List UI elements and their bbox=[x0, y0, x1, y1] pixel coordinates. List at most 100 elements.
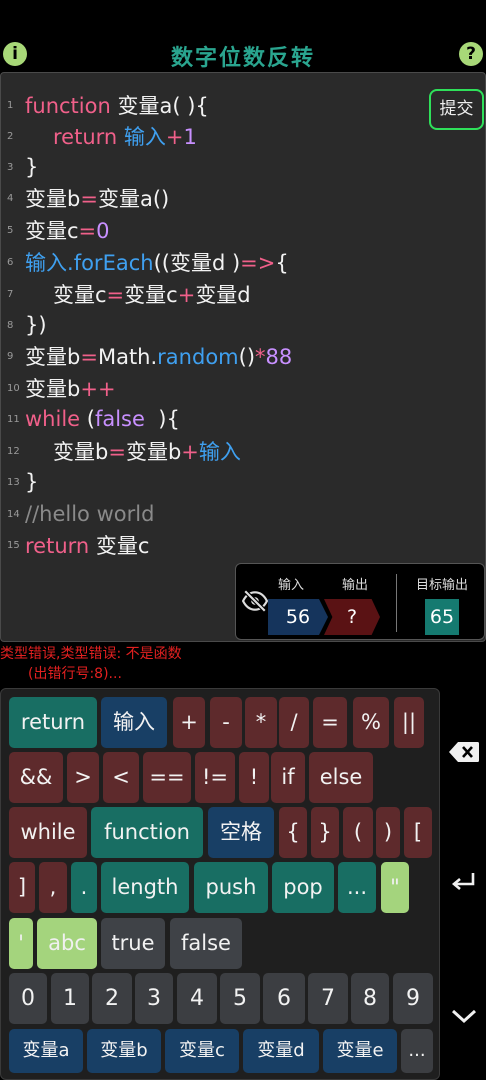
key-digit-7[interactable]: 7 bbox=[308, 973, 348, 1024]
key-modulo[interactable]: % bbox=[353, 697, 389, 748]
target-output-value: 65 bbox=[425, 599, 459, 635]
code-keyboard: return 输入 + - * / = % || && > < == != ! … bbox=[0, 688, 440, 1080]
code-token: return bbox=[25, 534, 90, 558]
enter-icon[interactable] bbox=[446, 864, 482, 900]
key-digit-5[interactable]: 5 bbox=[220, 973, 260, 1024]
key-true[interactable]: true bbox=[101, 918, 165, 969]
key-right-brace[interactable]: } bbox=[311, 807, 339, 858]
key-length[interactable]: length bbox=[101, 862, 189, 913]
code-token: { bbox=[275, 251, 289, 275]
key-multiply[interactable]: * bbox=[245, 697, 277, 748]
key-var-a[interactable]: 变量a bbox=[9, 1029, 83, 1073]
eye-off-icon[interactable] bbox=[242, 588, 268, 614]
key-equal-equal[interactable]: == bbox=[143, 752, 191, 803]
code-token: * bbox=[255, 345, 266, 369]
line-number: 8 bbox=[7, 319, 14, 331]
key-divide[interactable]: / bbox=[279, 697, 309, 748]
key-input[interactable]: 输入 bbox=[101, 697, 167, 748]
key-equals[interactable]: = bbox=[313, 697, 347, 748]
line-number: 1 bbox=[7, 99, 14, 111]
key-left-paren[interactable]: ( bbox=[343, 807, 373, 858]
code-token: function bbox=[25, 94, 111, 118]
code-token: } bbox=[25, 470, 39, 494]
key-function[interactable]: function bbox=[91, 807, 203, 858]
code-token: return bbox=[53, 125, 118, 149]
key-var-d[interactable]: 变量d bbox=[243, 1029, 319, 1073]
code-token: + bbox=[181, 440, 199, 464]
key-minus[interactable]: - bbox=[210, 697, 242, 748]
key-var-c[interactable]: 变量c bbox=[165, 1029, 239, 1073]
key-abc[interactable]: abc bbox=[37, 918, 97, 969]
key-digit-6[interactable]: 6 bbox=[263, 973, 305, 1024]
code-token: 输入 bbox=[25, 251, 67, 275]
input-label: 输入 bbox=[278, 578, 305, 593]
key-while[interactable]: while bbox=[9, 807, 87, 858]
key-comma[interactable]: , bbox=[39, 862, 67, 913]
collapse-keyboard-icon[interactable] bbox=[446, 998, 482, 1034]
io-panel: 输入 输出 目标输出 56 ? 65 bbox=[235, 563, 485, 640]
code-token: = bbox=[108, 440, 126, 464]
line-number: 15 bbox=[7, 539, 20, 551]
code-token: = bbox=[80, 187, 98, 211]
code-token: => bbox=[240, 251, 276, 275]
key-more-vars[interactable]: ... bbox=[401, 1029, 433, 1073]
submit-button[interactable]: 提交 bbox=[429, 89, 484, 130]
error-line-1: 类型错误,类型错误: 不是函数 bbox=[0, 646, 182, 662]
code-token: 输入 bbox=[198, 440, 241, 464]
key-if[interactable]: if bbox=[271, 752, 305, 803]
key-double-quote[interactable]: " bbox=[381, 862, 409, 913]
key-push[interactable]: push bbox=[194, 862, 268, 913]
help-icon[interactable]: ? bbox=[459, 42, 483, 66]
line-number: 12 bbox=[7, 445, 20, 457]
key-single-quote[interactable]: ' bbox=[9, 918, 33, 969]
code-token: 0 bbox=[96, 219, 110, 243]
line-number: 10 bbox=[7, 382, 20, 394]
key-pop[interactable]: pop bbox=[272, 862, 334, 913]
code-token: ++ bbox=[80, 377, 116, 401]
code-token: while bbox=[25, 407, 81, 431]
key-space[interactable]: 空格 bbox=[208, 807, 274, 858]
key-digit-8[interactable]: 8 bbox=[351, 973, 389, 1024]
key-left-bracket[interactable]: [ bbox=[404, 807, 432, 858]
key-right-bracket[interactable]: ] bbox=[9, 862, 35, 913]
key-less[interactable]: < bbox=[103, 752, 139, 803]
line-number: 2 bbox=[7, 130, 14, 142]
divider bbox=[396, 574, 397, 632]
key-digit-4[interactable]: 4 bbox=[177, 973, 217, 1024]
error-message: 类型错误,类型错误: 不是函数 (出错行号:8)... bbox=[0, 644, 486, 684]
key-digit-1[interactable]: 1 bbox=[51, 973, 89, 1024]
code-token: 变量c bbox=[124, 283, 178, 307]
key-digit-0[interactable]: 0 bbox=[9, 973, 47, 1024]
key-spread[interactable]: ... bbox=[338, 862, 376, 913]
backspace-icon[interactable] bbox=[446, 734, 482, 770]
key-dot[interactable]: . bbox=[71, 862, 97, 913]
code-token: } bbox=[25, 155, 39, 179]
key-else[interactable]: else bbox=[309, 752, 373, 803]
key-not-equal[interactable]: != bbox=[195, 752, 235, 803]
key-or[interactable]: || bbox=[394, 697, 424, 748]
key-digit-2[interactable]: 2 bbox=[92, 973, 132, 1024]
key-var-b[interactable]: 变量b bbox=[87, 1029, 161, 1073]
key-greater[interactable]: > bbox=[67, 752, 99, 803]
key-false[interactable]: false bbox=[170, 918, 242, 969]
code-token: . bbox=[67, 251, 74, 275]
key-and[interactable]: && bbox=[9, 752, 63, 803]
key-var-e[interactable]: 变量e bbox=[323, 1029, 397, 1073]
key-left-brace[interactable]: { bbox=[279, 807, 307, 858]
code-token: 88 bbox=[265, 345, 293, 369]
key-digit-3[interactable]: 3 bbox=[135, 973, 173, 1024]
key-return[interactable]: return bbox=[9, 697, 97, 748]
code-token: 变量b bbox=[25, 187, 81, 211]
key-plus[interactable]: + bbox=[173, 697, 205, 748]
line-number: 13 bbox=[7, 476, 20, 488]
line-number: 4 bbox=[7, 192, 14, 204]
code-editor[interactable]: 提交 1 function 变量a( ){ 2 return 输入+1 3 } … bbox=[0, 72, 486, 642]
code-token: 变量b bbox=[25, 345, 81, 369]
code-token: 变量d bbox=[195, 283, 251, 307]
key-right-paren[interactable]: ) bbox=[376, 807, 400, 858]
key-not[interactable]: ! bbox=[239, 752, 269, 803]
code-token: }) bbox=[25, 313, 47, 337]
code-token: 变量c bbox=[25, 219, 79, 243]
code-token: () bbox=[238, 345, 256, 369]
key-digit-9[interactable]: 9 bbox=[393, 973, 433, 1024]
